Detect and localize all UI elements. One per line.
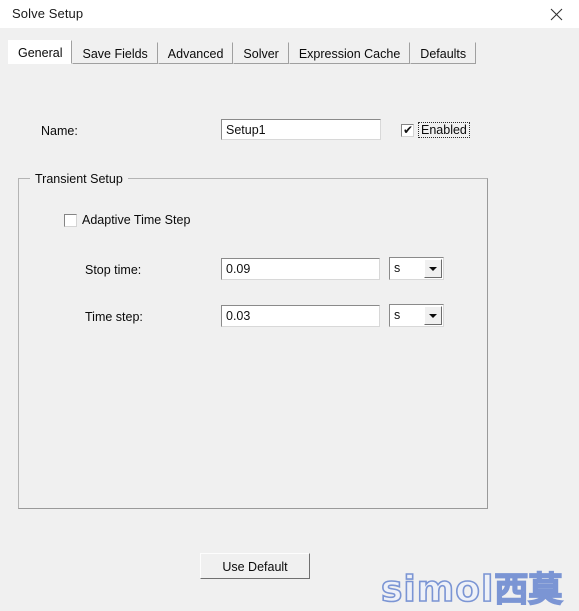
stop-time-label: Stop time: [85, 263, 142, 277]
time-step-label: Time step: [85, 310, 143, 324]
time-step-unit-select[interactable]: s [389, 304, 444, 327]
close-x-icon [550, 8, 563, 21]
tab-solver[interactable]: Solver [233, 42, 289, 64]
tab-label: Solver [243, 47, 279, 61]
tab-advanced[interactable]: Advanced [157, 42, 234, 64]
tab-label: Advanced [167, 47, 224, 61]
transient-setup-group [18, 178, 488, 509]
enabled-checkbox[interactable]: ✔ [401, 124, 414, 137]
name-input[interactable] [221, 119, 381, 140]
tab-label: Defaults [420, 47, 467, 61]
dialog-body: General Save Fields Advanced Solver Expr… [0, 28, 579, 611]
tab-save-fields[interactable]: Save Fields [72, 42, 158, 64]
close-button[interactable] [533, 0, 579, 28]
tab-label: Expression Cache [298, 47, 401, 61]
transient-setup-group-title: Transient Setup [30, 172, 128, 186]
tab-general[interactable]: General [8, 40, 73, 64]
window-title: Solve Setup [12, 6, 84, 21]
tab-label: Save Fields [82, 47, 148, 61]
watermark-latin: simol [380, 568, 495, 611]
stop-time-unit-select[interactable]: s [389, 257, 444, 280]
adaptive-time-step-checkbox[interactable] [64, 214, 77, 227]
enabled-label[interactable]: Enabled [418, 122, 470, 138]
use-default-button[interactable]: Use Default [200, 553, 310, 579]
tab-label: General [18, 46, 63, 60]
title-bar: Solve Setup [0, 0, 579, 29]
chevron-down-icon[interactable] [424, 306, 442, 325]
tab-defaults[interactable]: Defaults [410, 42, 477, 64]
checkmark-icon: ✔ [403, 123, 414, 137]
stop-time-input[interactable] [221, 258, 380, 280]
time-step-unit-value: s [394, 308, 401, 322]
watermark-cjk: 西莫 [494, 569, 564, 611]
stop-time-unit-value: s [394, 261, 401, 275]
tab-strip: General Save Fields Advanced Solver Expr… [8, 40, 477, 64]
time-step-input[interactable] [221, 305, 380, 327]
watermark: simol西莫 [380, 568, 564, 611]
chevron-down-icon[interactable] [424, 259, 442, 278]
name-label: Name: [41, 124, 78, 138]
tab-expression-cache[interactable]: Expression Cache [288, 42, 411, 64]
adaptive-time-step-label[interactable]: Adaptive Time Step [82, 213, 190, 227]
